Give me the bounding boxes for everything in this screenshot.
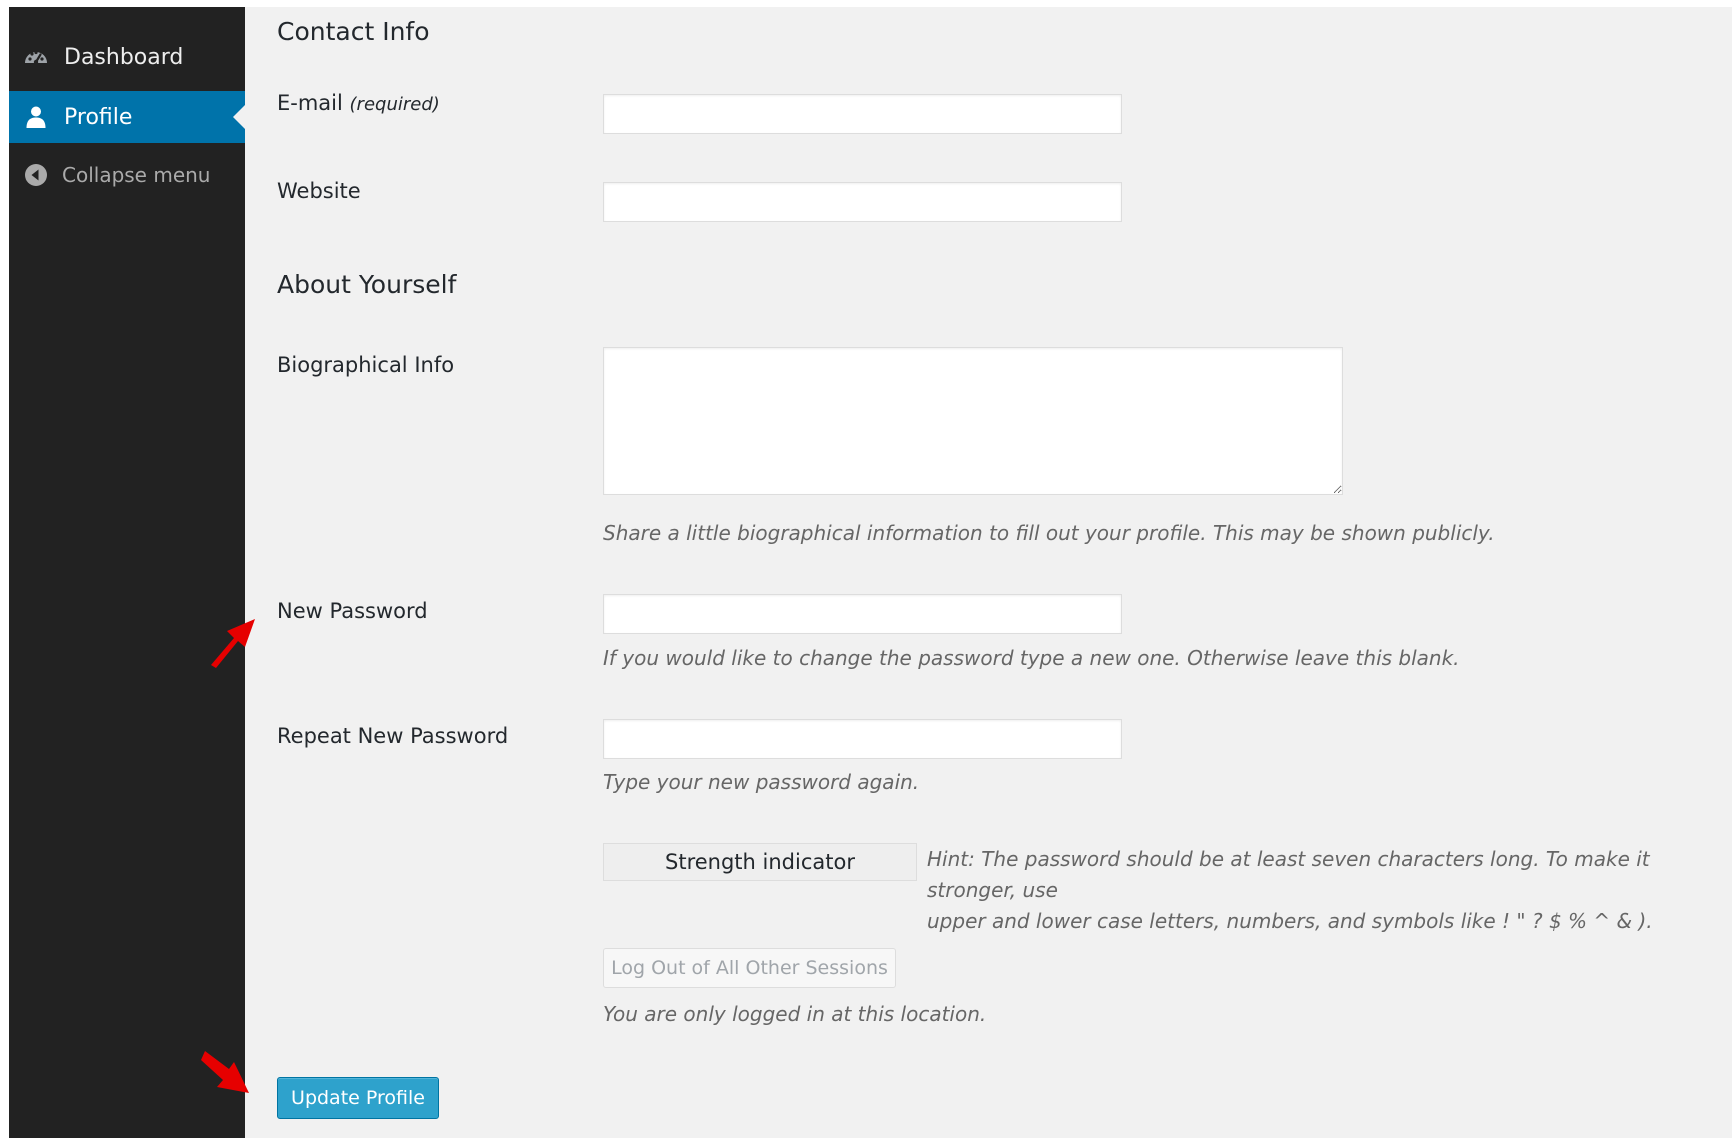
update-profile-button[interactable]: Update Profile [277, 1077, 439, 1119]
repeat-password-field[interactable] [603, 719, 1122, 759]
bio-textarea[interactable] [603, 347, 1343, 495]
contact-info-heading: Contact Info [277, 17, 430, 46]
admin-sidebar: Dashboard Profile Collapse menu [9, 7, 245, 1138]
sidebar-item-dashboard[interactable]: Dashboard [9, 31, 245, 83]
email-field[interactable] [603, 94, 1122, 134]
password-hint: Hint: The password should be at least se… [927, 844, 1732, 937]
email-required-note: (required) [349, 94, 440, 115]
repeat-password-label: Repeat New Password [277, 724, 509, 748]
user-icon [26, 106, 46, 128]
bio-description: Share a little biographical information … [603, 521, 1495, 545]
sidebar-item-profile[interactable]: Profile [9, 91, 245, 143]
email-label: E-mail (required) [277, 91, 440, 115]
logout-other-sessions-button[interactable]: Log Out of All Other Sessions [603, 948, 896, 988]
update-profile-arrow [201, 1051, 249, 1093]
sidebar-item-label: Collapse menu [62, 163, 211, 187]
new-password-arrow [211, 619, 255, 668]
about-yourself-heading: About Yourself [277, 270, 457, 299]
dashboard-icon [25, 50, 47, 65]
strength-indicator: Strength indicator [603, 843, 917, 881]
email-label-text: E-mail [277, 91, 343, 115]
profile-form: Contact Info E-mail (required) Website A… [201, 7, 1732, 1138]
new-password-description: If you would like to change the password… [603, 646, 1460, 670]
new-password-label: New Password [277, 599, 428, 623]
sidebar-item-label: Profile [64, 104, 133, 130]
new-password-field[interactable] [603, 594, 1122, 634]
collapse-arrow-icon [25, 164, 47, 186]
repeat-password-description: Type your new password again. [603, 770, 920, 794]
password-hint-line-2: upper and lower case letters, numbers, a… [927, 909, 1653, 933]
sessions-description: You are only logged in at this location. [603, 1002, 987, 1026]
website-field[interactable] [603, 182, 1122, 222]
website-label: Website [277, 179, 361, 203]
password-hint-line-1: Hint: The password should be at least se… [927, 847, 1650, 902]
sidebar-item-label: Dashboard [64, 44, 184, 70]
bio-label: Biographical Info [277, 353, 455, 377]
collapse-menu-button[interactable]: Collapse menu [9, 155, 245, 195]
